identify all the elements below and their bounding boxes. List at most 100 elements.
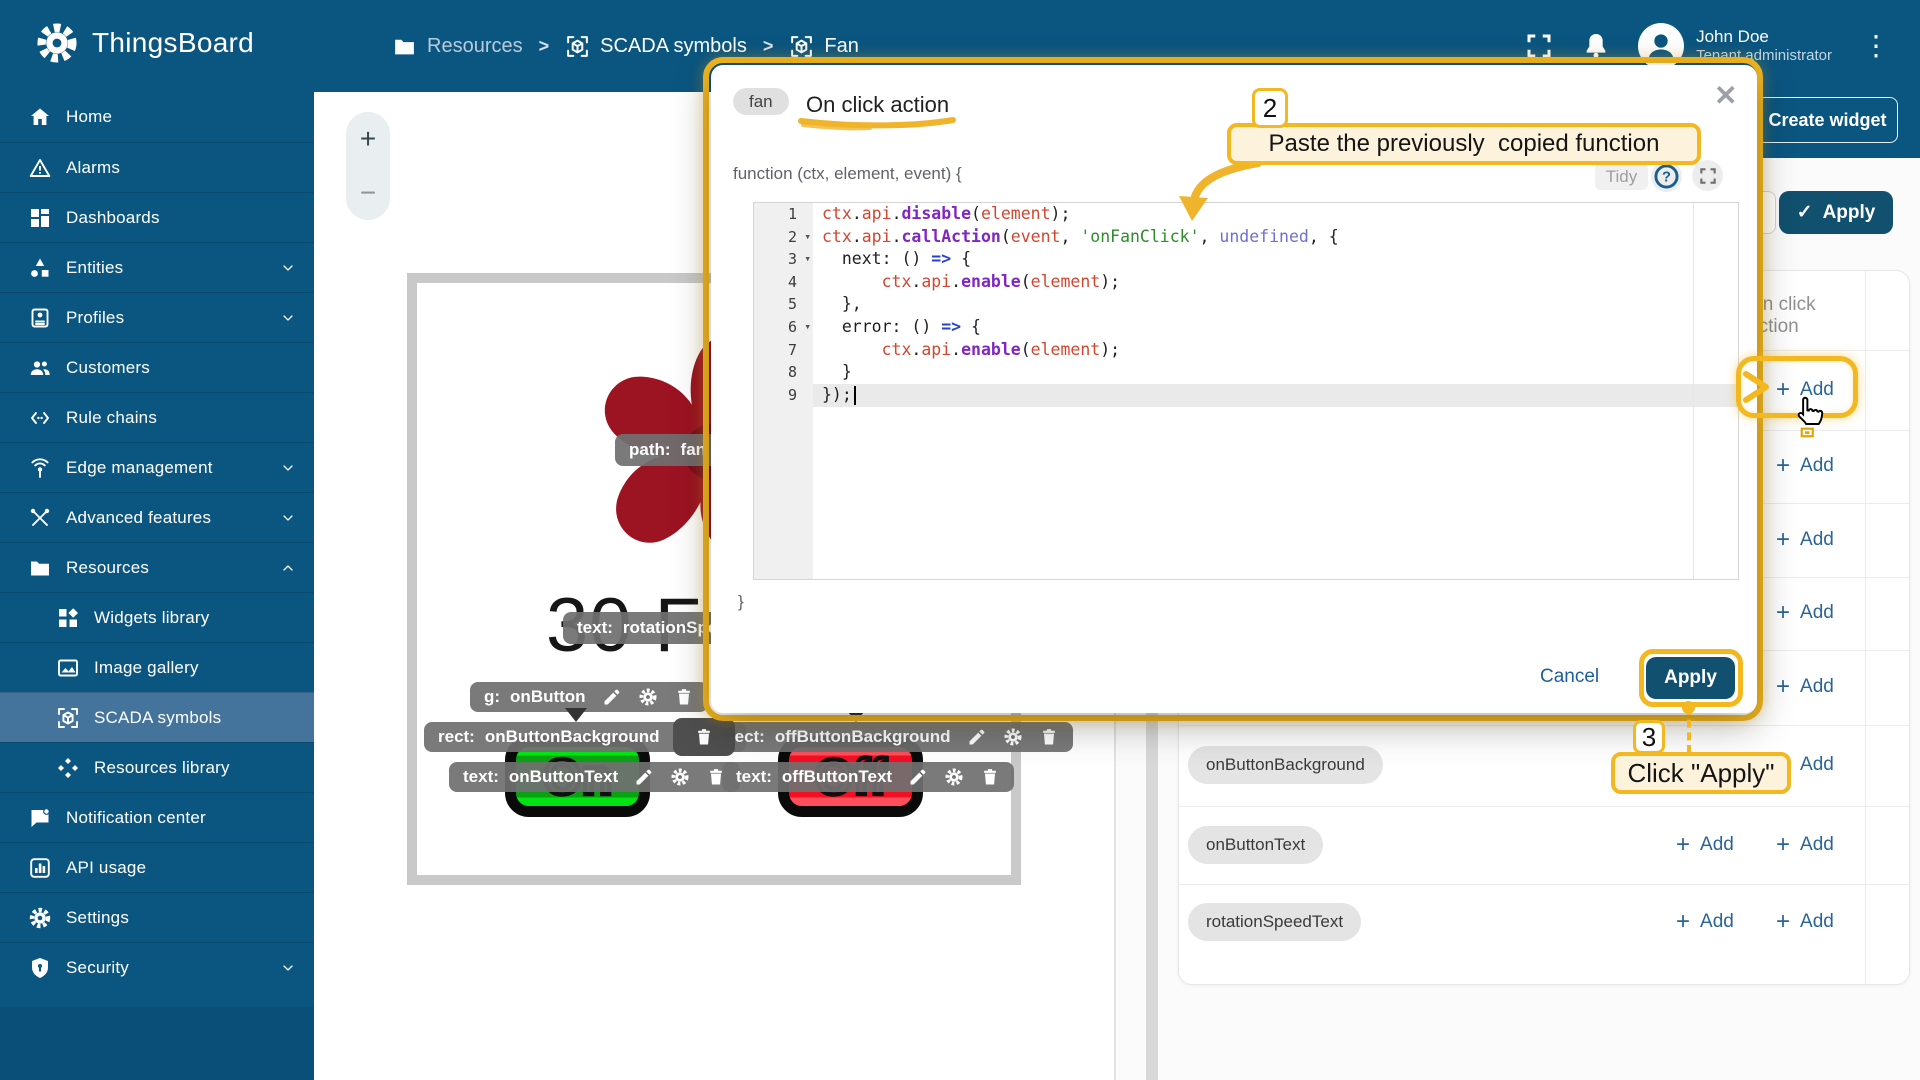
sidebar-item-profiles[interactable]: Profiles xyxy=(0,292,314,342)
sidebar-item-image-gallery[interactable]: Image gallery xyxy=(0,642,314,692)
settings-gear-icon[interactable] xyxy=(638,687,658,707)
brand-name: ThingsBoard xyxy=(92,27,254,59)
sidebar-item-resources-library[interactable]: Resources library xyxy=(0,742,314,792)
check-icon: ✓ xyxy=(1797,201,1813,224)
toolbar-apply-button[interactable]: ✓ Apply xyxy=(1779,191,1893,234)
sidebar-item-api-usage[interactable]: API usage xyxy=(0,842,314,892)
image-icon xyxy=(56,656,80,680)
notification-icon xyxy=(28,806,52,830)
add-on-click-action-button[interactable]: +Add xyxy=(1776,454,1834,478)
zoom-control: + − xyxy=(346,112,390,220)
sidebar-item-label: Advanced features xyxy=(66,508,211,528)
settings-gear-icon[interactable] xyxy=(1003,727,1023,747)
sidebar-item-dashboards[interactable]: Dashboards xyxy=(0,192,314,242)
editor-fullscreen-button[interactable] xyxy=(1692,160,1723,191)
sidebar-item-label: Image gallery xyxy=(94,658,199,678)
thingsboard-logo-icon xyxy=(34,20,80,66)
create-widget-button[interactable]: Create widget xyxy=(1757,97,1898,143)
delete-trash-icon[interactable] xyxy=(674,687,694,707)
chevron-up-icon xyxy=(280,560,296,576)
add-render-function-button[interactable]: +Add xyxy=(1676,910,1734,934)
sidebar-item-customers[interactable]: Customers xyxy=(0,342,314,392)
add-on-click-action-button[interactable]: +Add xyxy=(1776,675,1834,699)
sidebar-item-entities[interactable]: Entities xyxy=(0,242,314,292)
edit-pencil-icon[interactable] xyxy=(602,687,622,707)
brand-logo[interactable]: ThingsBoard xyxy=(34,20,254,66)
row-separator xyxy=(1179,725,1909,726)
rule-chains-icon xyxy=(28,406,52,430)
add-on-click-action-button[interactable]: +Add xyxy=(1776,910,1834,934)
code-editor[interactable]: 12▾3▾456▾789 ctx.api.disable(element);ct… xyxy=(753,202,1739,580)
tag-type: rect: xyxy=(438,727,475,747)
sidebar-item-alarms[interactable]: Alarms xyxy=(0,142,314,192)
edit-pencil-icon[interactable] xyxy=(967,727,987,747)
breadcrumb-separator: > xyxy=(539,36,550,57)
editor-gutter: 12▾3▾456▾789 xyxy=(754,203,813,579)
tag-chip-off-button-background[interactable]: rect: offButtonBackground xyxy=(714,722,1073,752)
add-on-click-action-button[interactable]: +Add xyxy=(1776,528,1834,552)
step-2-badge: 2 xyxy=(1252,88,1288,128)
edit-pencil-icon[interactable] xyxy=(634,767,654,787)
function-signature: function (ctx, element, event) { xyxy=(733,164,962,184)
kebab-menu-icon[interactable]: ⋮ xyxy=(1858,32,1894,60)
edit-pencil-icon[interactable] xyxy=(908,767,928,787)
breadcrumb-scada-symbols[interactable]: SCADA symbols xyxy=(565,34,747,59)
sidebar-item-notification-center[interactable]: Notification center xyxy=(0,792,314,842)
tag-type: path: xyxy=(629,440,671,460)
scada-symbol-icon xyxy=(789,34,814,59)
delete-trash-icon[interactable] xyxy=(980,767,1000,787)
alarm-icon xyxy=(28,156,52,180)
tag-row-chip[interactable]: onButtonBackground xyxy=(1188,746,1383,784)
help-button[interactable] xyxy=(1651,161,1682,192)
breadcrumb-fan[interactable]: Fan xyxy=(789,34,858,59)
add-label: Add xyxy=(1800,834,1834,856)
zoom-in-button[interactable]: + xyxy=(346,112,390,166)
add-on-click-action-button[interactable]: +Add xyxy=(1776,601,1834,625)
tag-chip-off-button-text[interactable]: text: offButtonText xyxy=(722,762,1014,792)
chevron-down-icon xyxy=(280,310,296,326)
sidebar-item-home[interactable]: Home xyxy=(0,92,314,142)
sidebar-item-label: Security xyxy=(66,958,129,978)
sidebar-item-label: Rule chains xyxy=(66,408,157,428)
settings-gear-icon[interactable] xyxy=(944,767,964,787)
sidebar-item-settings[interactable]: Settings xyxy=(0,892,314,942)
add-label: Add xyxy=(1700,911,1734,933)
step-3-annotation: Click "Apply" xyxy=(1611,752,1791,794)
closing-brace: } xyxy=(738,592,744,612)
close-icon[interactable]: ✕ xyxy=(1714,82,1737,110)
sidebar-item-label: Widgets library xyxy=(94,608,209,628)
add-on-click-action-button[interactable]: + Add xyxy=(1776,833,1834,857)
chevron-down-icon xyxy=(280,260,296,276)
tag-row-chip[interactable]: rotationSpeedText xyxy=(1188,903,1361,941)
folder-icon xyxy=(28,556,52,580)
edge-icon xyxy=(28,456,52,480)
breadcrumb-resources[interactable]: Resources xyxy=(392,34,523,59)
tag-type: text: xyxy=(577,618,613,638)
sidebar-item-security[interactable]: Security xyxy=(0,942,314,992)
tag-chip-on-group[interactable]: g: onButton xyxy=(470,682,708,712)
tag-chip-on-button-text[interactable]: text: onButtonText xyxy=(449,762,740,792)
add-render-function-button[interactable]: +Add xyxy=(1676,833,1734,857)
row-separator xyxy=(1179,806,1909,807)
tag-row-chip[interactable]: onButtonText xyxy=(1188,826,1323,864)
dialog-title: On click action xyxy=(806,92,949,118)
tidy-button[interactable]: Tidy xyxy=(1595,163,1648,190)
table-column-divider xyxy=(1865,271,1866,984)
breadcrumb-label: Fan xyxy=(824,35,858,58)
chevron-down-icon xyxy=(280,460,296,476)
delete-trash-icon[interactable] xyxy=(1039,727,1059,747)
sidebar-item-rule-chains[interactable]: Rule chains xyxy=(0,392,314,442)
sidebar-item-label: Profiles xyxy=(66,308,124,328)
sidebar-item-advanced-features[interactable]: Advanced features xyxy=(0,492,314,542)
sidebar-item-scada-symbols[interactable]: SCADA symbols xyxy=(0,692,314,742)
customers-icon xyxy=(28,356,52,380)
cancel-button[interactable]: Cancel xyxy=(1540,666,1599,688)
zoom-out-button[interactable]: − xyxy=(346,166,390,220)
plus-icon: + xyxy=(1776,833,1790,857)
sidebar-item-resources[interactable]: Resources xyxy=(0,542,314,592)
delete-trash-segment[interactable] xyxy=(673,718,735,756)
sidebar-item-edge-management[interactable]: Edge management xyxy=(0,442,314,492)
settings-gear-icon[interactable] xyxy=(670,767,690,787)
sidebar-item-widgets-library[interactable]: Widgets library xyxy=(0,592,314,642)
print-margin xyxy=(1693,203,1694,579)
